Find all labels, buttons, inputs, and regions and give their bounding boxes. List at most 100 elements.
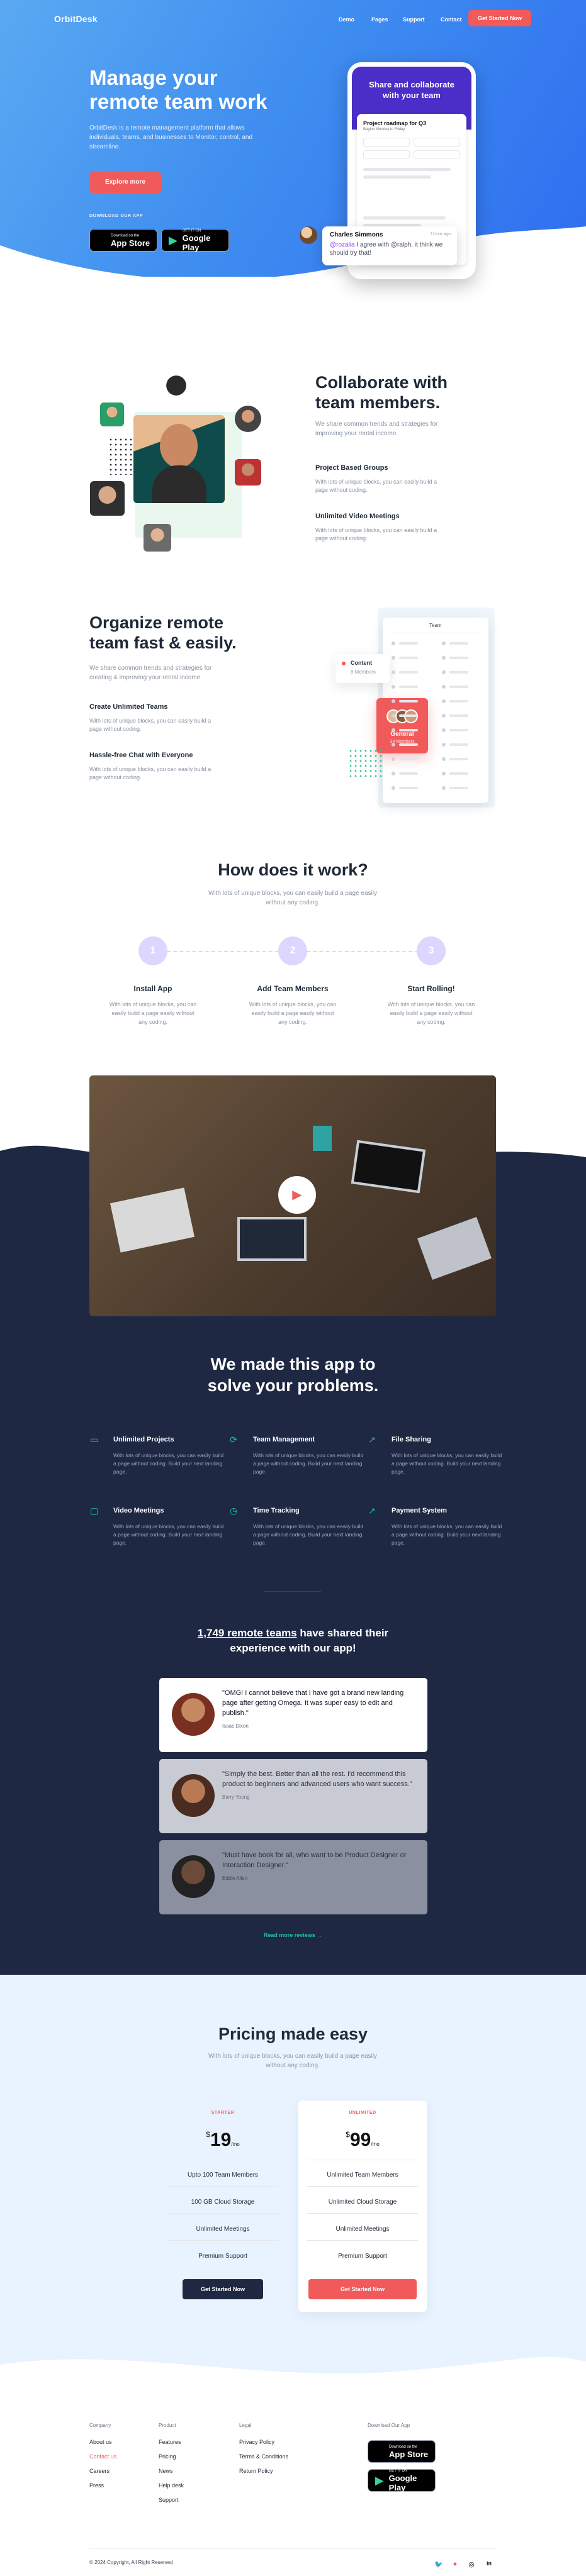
review-text: "Simply the best. Better than all the re… bbox=[222, 1770, 412, 1788]
feature-title: File Sharing bbox=[392, 1436, 431, 1443]
team-panel-row bbox=[392, 641, 480, 645]
payment-icon: ↗ bbox=[368, 1506, 376, 1516]
review-card: "Simply the best. Better than all the re… bbox=[159, 1759, 427, 1833]
footer-heading: Company bbox=[89, 2423, 111, 2428]
plan-feature: Unlimited Meetings bbox=[335, 2226, 390, 2233]
step-text: With lots of unique blocks, you can easi… bbox=[249, 1001, 337, 1025]
plan-feature: Upto 100 Team Members bbox=[187, 2172, 259, 2179]
price-amount: 19 bbox=[210, 2129, 232, 2150]
app-store-button[interactable]: Download on the App Store bbox=[89, 229, 157, 252]
hero-description: OrbitDesk is a remote management platfor… bbox=[89, 125, 253, 150]
tag-subtitle: 8 Members bbox=[351, 669, 376, 675]
feature-text: With lots of unique blocks, you can easi… bbox=[392, 1523, 502, 1546]
dribbble-icon[interactable]: ● bbox=[451, 2560, 459, 2568]
feature-title: Payment System bbox=[392, 1507, 448, 1514]
explore-more-button[interactable]: Explore more bbox=[89, 172, 161, 193]
chat-message-bubble: Charles Simmons 11min ago @rozalia I agr… bbox=[322, 226, 457, 265]
nav-link-demo[interactable]: Demo bbox=[339, 16, 354, 23]
footer-link[interactable]: About us bbox=[89, 2439, 112, 2445]
download-label: DOWNLOAD OUR APP bbox=[89, 214, 144, 218]
team-meeting-video[interactable]: ▶ bbox=[89, 1075, 496, 1316]
step-title: Start Rolling! bbox=[407, 984, 455, 993]
team-panel-row bbox=[392, 772, 480, 775]
organize-feature-title: Hassle-free Chat with Everyone bbox=[89, 752, 193, 759]
footer-link[interactable]: Return Policy bbox=[239, 2468, 273, 2474]
organize-description: We share common trends and strategies fo… bbox=[89, 665, 212, 681]
avatar bbox=[172, 1774, 215, 1817]
footer-link[interactable]: Features bbox=[159, 2439, 181, 2445]
twitter-icon[interactable]: 🐦 bbox=[434, 2560, 443, 2568]
step-number: 3 bbox=[417, 936, 446, 965]
footer-link[interactable]: Pricing bbox=[159, 2453, 176, 2460]
team-panel-row bbox=[392, 685, 480, 689]
chat-mention: @rozalia bbox=[330, 242, 355, 248]
nav-get-started-button[interactable]: Get Started Now bbox=[468, 10, 531, 26]
appstore-small-text: Download on the bbox=[111, 233, 140, 238]
brand-logo[interactable]: OrbitDesk bbox=[54, 14, 98, 24]
footer-google-play-button[interactable]: ▶ GET IT ON Google Play bbox=[368, 2469, 436, 2492]
appstore-big-text: App Store bbox=[389, 2449, 429, 2459]
google-play-button[interactable]: ▶ GET IT ON Google Play bbox=[161, 229, 229, 252]
gplay-small-text: GET IT ON bbox=[182, 229, 201, 233]
footer-link[interactable]: News bbox=[159, 2468, 173, 2474]
feature-title: Video Meetings bbox=[113, 1507, 164, 1514]
nav-link-support[interactable]: Support bbox=[403, 16, 425, 23]
footer-link[interactable]: Help desk bbox=[159, 2482, 184, 2489]
step-title: Install App bbox=[133, 984, 172, 993]
team-panel-row bbox=[392, 786, 480, 790]
instagram-icon[interactable]: ◎ bbox=[467, 2560, 476, 2568]
linkedin-icon[interactable]: in bbox=[485, 2560, 493, 2567]
team-panel-row bbox=[392, 743, 480, 747]
share-icon: ↗ bbox=[368, 1435, 376, 1445]
team-member-photo bbox=[161, 373, 192, 404]
clock-icon: ◷ bbox=[230, 1506, 238, 1516]
footer-heading: Download Our App bbox=[368, 2423, 410, 2428]
pricing-card-starter: STARTER $19/mo Upto 100 Team Members 100… bbox=[159, 2101, 287, 2312]
how-description: With lots of unique blocks, you can easi… bbox=[208, 890, 377, 906]
collab-feature-text: With lots of unique blocks, you can easi… bbox=[315, 479, 437, 493]
divider bbox=[264, 1591, 321, 1592]
starter-get-started-button[interactable]: Get Started Now bbox=[183, 2279, 263, 2299]
footer-app-store-button[interactable]: Download on the App Store bbox=[368, 2440, 436, 2463]
footer-link[interactable]: Contact us bbox=[89, 2453, 116, 2460]
footer-link[interactable]: Terms & Conditions bbox=[239, 2453, 288, 2460]
footer-link[interactable]: Support bbox=[159, 2497, 179, 2503]
decorative-dots bbox=[348, 748, 382, 777]
plan-name: STARTER bbox=[211, 2111, 235, 2115]
plan-feature: Unlimited Cloud Storage bbox=[328, 2199, 397, 2206]
step-number: 1 bbox=[138, 936, 167, 965]
read-more-reviews-link[interactable]: Read more reviews → bbox=[0, 1932, 586, 1938]
unlimited-get-started-button[interactable]: Get Started Now bbox=[308, 2279, 417, 2299]
reviews-title: 1,749 remote teams have shared their exp… bbox=[0, 1626, 586, 1656]
currency-symbol: $ bbox=[206, 2130, 210, 2139]
collab-feature-text: With lots of unique blocks, you can easi… bbox=[315, 527, 437, 541]
reviews-count-link[interactable]: 1,749 remote teams bbox=[198, 1627, 297, 1639]
collab-description: We share common trends and strategies fo… bbox=[315, 421, 438, 437]
plan-feature: 100 GB Cloud Storage bbox=[191, 2199, 255, 2206]
reviewer-name: Isaac Dixon bbox=[222, 1723, 249, 1729]
nav-link-pages[interactable]: Pages bbox=[371, 16, 388, 23]
footer-link[interactable]: Privacy Policy bbox=[239, 2439, 274, 2445]
video-icon: ▢ bbox=[90, 1506, 99, 1516]
plan-feature: Premium Support bbox=[198, 2253, 247, 2260]
pricing-wave-bottom bbox=[0, 2357, 586, 2384]
team-panel-row bbox=[392, 728, 480, 732]
collab-feature-title: Project Based Groups bbox=[315, 464, 388, 472]
team-panel-title: Team bbox=[429, 623, 442, 628]
chat-time: 11min ago bbox=[430, 232, 451, 236]
feature-title: Team Management bbox=[253, 1436, 315, 1443]
team-panel-row bbox=[392, 714, 480, 718]
team-icon: ⟳ bbox=[230, 1435, 237, 1445]
team-panel-row bbox=[392, 670, 480, 674]
price-period: /mo bbox=[371, 2141, 380, 2147]
team-member-photo bbox=[100, 402, 124, 426]
price-amount: 99 bbox=[349, 2129, 371, 2150]
step-number: 2 bbox=[278, 936, 307, 965]
feature-title: Unlimited Projects bbox=[113, 1436, 174, 1443]
nav-link-contact[interactable]: Contact bbox=[441, 16, 462, 23]
step-text: With lots of unique blocks, you can easi… bbox=[109, 1001, 197, 1025]
play-icon[interactable]: ▶ bbox=[278, 1176, 316, 1214]
footer-link[interactable]: Press bbox=[89, 2482, 104, 2489]
collab-feature-title: Unlimited Video Meetings bbox=[315, 513, 400, 520]
footer-link[interactable]: Careers bbox=[89, 2468, 110, 2474]
